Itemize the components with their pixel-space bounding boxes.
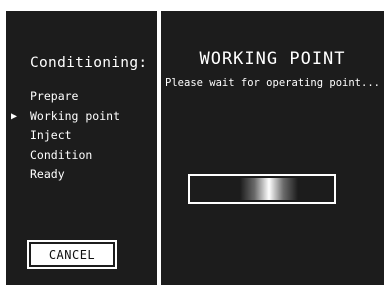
step-label: Working point bbox=[30, 108, 121, 123]
step-condition: Condition bbox=[6, 146, 157, 166]
conditioning-screen: Conditioning: Prepare ▶ Working point In… bbox=[0, 0, 388, 289]
step-working-point: ▶ Working point bbox=[6, 107, 157, 127]
working-point-panel: WORKING POINT Please wait for operating … bbox=[161, 11, 384, 285]
step-label: Ready bbox=[30, 167, 65, 181]
steps-heading: Conditioning: bbox=[30, 55, 148, 71]
steps-panel: Conditioning: Prepare ▶ Working point In… bbox=[6, 11, 157, 285]
steps-list: Prepare ▶ Working point Inject Condition… bbox=[6, 87, 157, 185]
step-prepare: Prepare bbox=[6, 87, 157, 107]
cancel-button[interactable]: CANCEL bbox=[27, 240, 117, 269]
step-label: Inject bbox=[30, 128, 72, 142]
step-ready: Ready bbox=[6, 165, 157, 185]
busy-progress-bar bbox=[188, 174, 336, 204]
step-label: Condition bbox=[30, 147, 93, 162]
page-title: WORKING POINT bbox=[199, 49, 346, 69]
status-message: Please wait for operating point... bbox=[165, 77, 380, 89]
step-inject: Inject bbox=[6, 126, 157, 146]
busy-indicator bbox=[240, 178, 298, 200]
step-label: Prepare bbox=[30, 89, 79, 103]
current-step-arrow-icon: ▶ bbox=[11, 110, 18, 122]
